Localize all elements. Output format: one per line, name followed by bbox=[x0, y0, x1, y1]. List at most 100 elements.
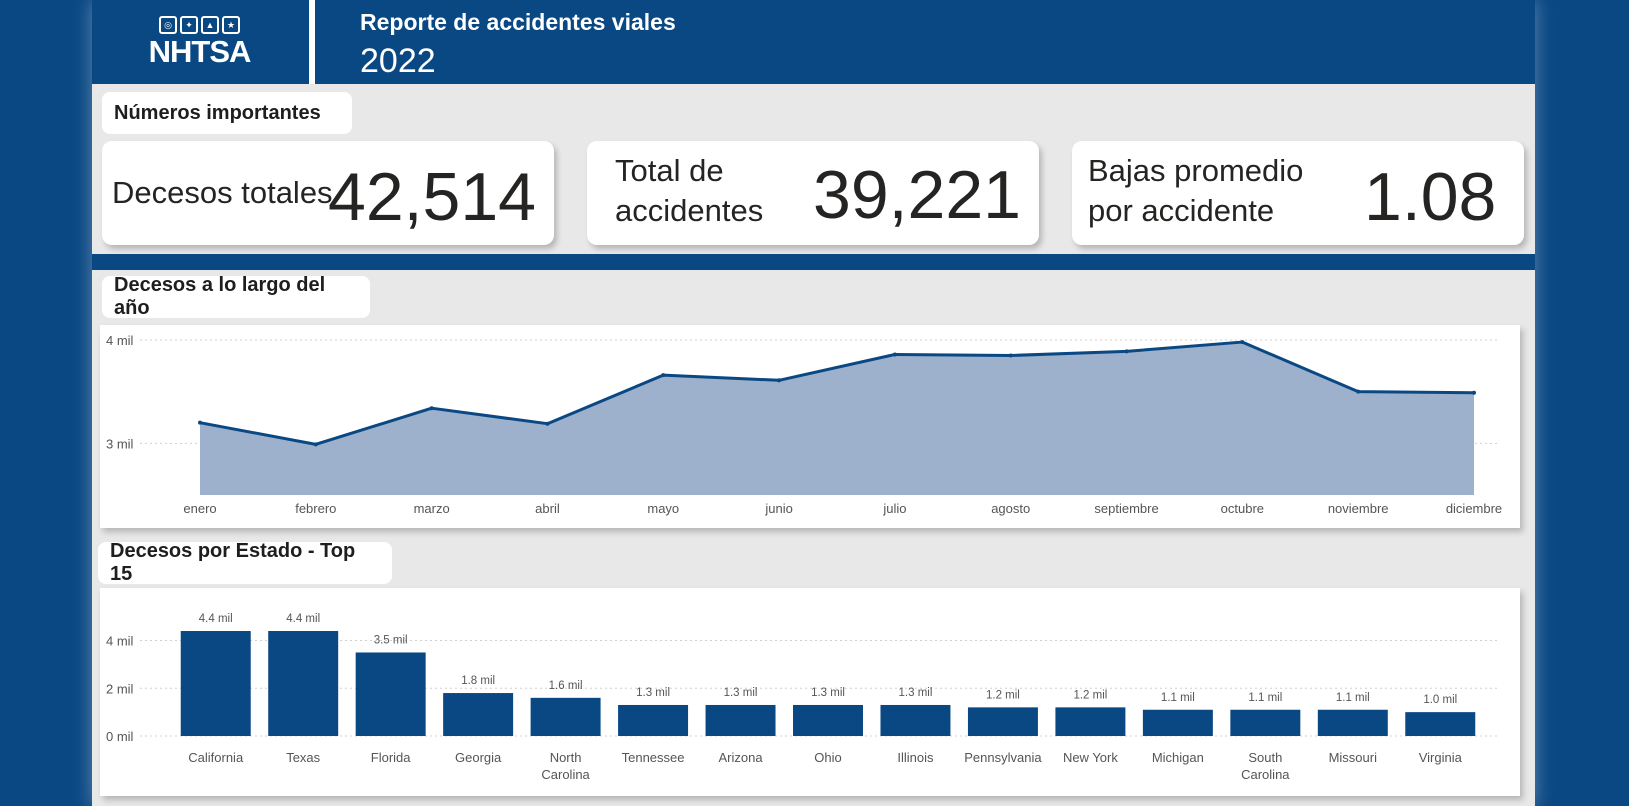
x-tick-label: noviembre bbox=[1328, 501, 1389, 516]
x-tick-label: New York bbox=[1063, 750, 1118, 765]
kpi-card-total-accidents[interactable]: Total de accidentes 39,221 bbox=[587, 141, 1039, 245]
kpi-value: 42,514 bbox=[328, 159, 536, 235]
y-tick-label: 0 mil bbox=[106, 729, 134, 744]
data-label: 4.4 mil bbox=[199, 613, 233, 625]
line-chart-card[interactable]: 3 mil 4 mil enero febrero marzo abril mayo juni… bbox=[100, 325, 1520, 528]
data-point bbox=[1008, 353, 1013, 358]
bar bbox=[1230, 709, 1301, 736]
header-divider bbox=[309, 0, 315, 84]
kpi-card-avg-casualties[interactable]: Bajas promedio por accidente 1.08 bbox=[1072, 141, 1524, 245]
x-tick-label: North bbox=[550, 750, 582, 765]
x-tick-label: Arizona bbox=[718, 750, 763, 765]
x-tick-label: abril bbox=[535, 501, 560, 516]
bar bbox=[443, 693, 514, 736]
y-tick-label: 4 mil bbox=[106, 634, 134, 649]
deaths-by-month-chart: 3 mil 4 mil enero febrero marzo abril mayo juni… bbox=[106, 333, 1502, 516]
kpi-label: Decesos totales bbox=[112, 175, 333, 210]
bar bbox=[880, 704, 951, 736]
section-separator bbox=[92, 254, 1535, 270]
x-tick-label: septiembre bbox=[1094, 501, 1158, 516]
x-tick-label: California bbox=[188, 750, 244, 765]
bar bbox=[355, 652, 426, 736]
logo-icons: ◎ ✦ ▲ ★ bbox=[159, 16, 240, 34]
line-chart-section-label: Decesos a lo largo del año bbox=[102, 274, 370, 319]
x-tick-label: marzo bbox=[414, 501, 450, 516]
y-tick-label: 3 mil bbox=[106, 436, 134, 451]
x-tick-label: Florida bbox=[371, 750, 412, 765]
logo-text: NHTSA bbox=[148, 34, 252, 69]
bar bbox=[1317, 709, 1388, 736]
x-tick-label: diciembre bbox=[1446, 501, 1502, 516]
bar bbox=[530, 697, 601, 736]
x-tick-label: Illinois bbox=[897, 750, 934, 765]
data-label: 1.6 mil bbox=[549, 680, 583, 692]
y-tick-label: 4 mil bbox=[106, 333, 134, 348]
x-tick-label: Carolina bbox=[541, 767, 590, 782]
area-fill bbox=[200, 342, 1474, 495]
data-label: 1.2 mil bbox=[986, 689, 1020, 701]
data-label: 1.0 mil bbox=[1423, 694, 1457, 706]
data-label: 3.5 mil bbox=[374, 634, 408, 646]
bar bbox=[705, 704, 776, 736]
star-icon: ★ bbox=[222, 16, 240, 34]
bar bbox=[967, 707, 1038, 736]
x-tick-label: Georgia bbox=[455, 750, 502, 765]
kpi-value: 39,221 bbox=[813, 157, 1021, 233]
x-tick-label: agosto bbox=[991, 501, 1030, 516]
report-year: 2022 bbox=[360, 42, 436, 80]
x-tick-label: febrero bbox=[295, 501, 336, 516]
x-tick-label: octubre bbox=[1221, 501, 1264, 516]
x-tick-label: Texas bbox=[286, 750, 320, 765]
kpis-section-label: Números importantes bbox=[102, 92, 352, 134]
kpi-label: Total de accidentes bbox=[615, 153, 764, 228]
x-tick-label: junio bbox=[764, 501, 792, 516]
x-tick-label: mayo bbox=[647, 501, 679, 516]
data-point bbox=[1124, 349, 1129, 354]
x-tick-label: julio bbox=[882, 501, 906, 516]
car-icon: ▲ bbox=[201, 16, 219, 34]
data-point bbox=[1356, 389, 1361, 394]
bar bbox=[1405, 712, 1476, 736]
bar bbox=[1142, 709, 1213, 736]
bar bbox=[1055, 707, 1126, 736]
data-label: 1.3 mil bbox=[724, 687, 758, 699]
data-label: 1.1 mil bbox=[1161, 692, 1195, 704]
data-point bbox=[429, 406, 434, 411]
report-header: ◎ ✦ ▲ ★ NHTSA Reporte de accidentes vial… bbox=[92, 0, 1535, 84]
bar-chart-section-label: Decesos por Estado - Top 15 bbox=[98, 540, 392, 585]
report-title: Reporte de accidentes viales bbox=[360, 9, 676, 35]
bar bbox=[618, 704, 689, 736]
x-tick-label: Missouri bbox=[1329, 750, 1378, 765]
data-label: 1.3 mil bbox=[899, 687, 933, 699]
steering-wheel-icon: ◎ bbox=[159, 16, 177, 34]
x-tick-label: Ohio bbox=[814, 750, 841, 765]
data-label: 4.4 mil bbox=[286, 613, 320, 625]
data-point bbox=[1472, 390, 1476, 395]
data-label: 1.1 mil bbox=[1248, 692, 1282, 704]
data-label: 1.3 mil bbox=[811, 687, 845, 699]
data-label: 1.8 mil bbox=[461, 675, 495, 687]
bar bbox=[180, 631, 251, 736]
bar-chart-card[interactable]: 0 mil 2 mil 4 mil 4.4 mil California 4.4 mil T… bbox=[100, 588, 1520, 796]
data-label: 1.3 mil bbox=[636, 687, 670, 699]
x-tick-label: enero bbox=[183, 501, 216, 516]
deaths-by-state-chart: 0 mil 2 mil 4 mil 4.4 mil California 4.4 mil T… bbox=[106, 613, 1500, 782]
x-tick-label: Virginia bbox=[1419, 750, 1463, 765]
bar bbox=[793, 704, 863, 736]
x-tick-label: Michigan bbox=[1152, 750, 1204, 765]
data-point bbox=[661, 373, 666, 378]
pedestrian-icon: ✦ bbox=[180, 16, 198, 34]
data-point bbox=[1240, 340, 1245, 345]
kpi-card-total-deaths[interactable]: Decesos totales 42,514 bbox=[102, 141, 554, 245]
data-label: 1.2 mil bbox=[1073, 689, 1107, 701]
data-point bbox=[777, 378, 782, 383]
data-point bbox=[198, 420, 202, 425]
data-point bbox=[313, 442, 318, 447]
dashboard-canvas: ◎ ✦ ▲ ★ NHTSA Reporte de accidentes vial… bbox=[92, 0, 1535, 806]
x-tick-label: Tennessee bbox=[622, 750, 685, 765]
data-point bbox=[545, 421, 550, 426]
kpi-value: 1.08 bbox=[1364, 159, 1497, 235]
kpi-label: Bajas promedio por accidente bbox=[1088, 153, 1304, 228]
bar bbox=[268, 631, 339, 736]
x-tick-label: South bbox=[1248, 750, 1282, 765]
